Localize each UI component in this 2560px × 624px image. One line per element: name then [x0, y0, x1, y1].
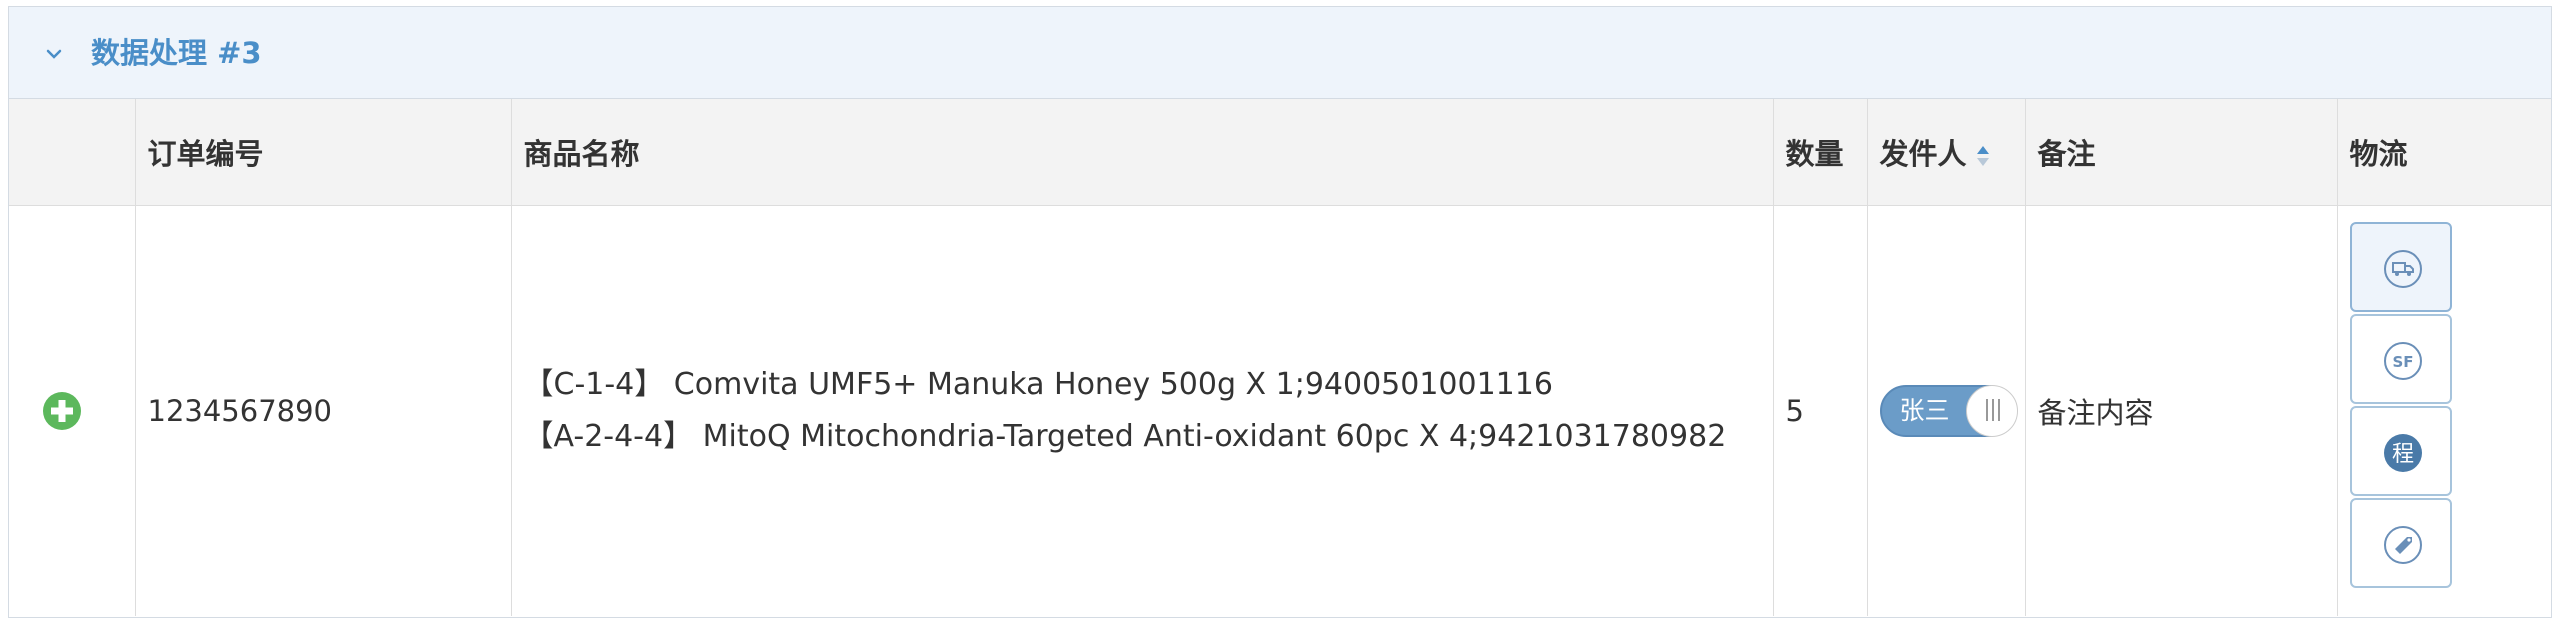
- orders-table: 订单编号 商品名称 数量 发件人 备注 物流 1234567890 【C-1-4…: [9, 99, 2551, 616]
- tag-icon: [2383, 525, 2422, 564]
- expand-plus-icon[interactable]: [42, 391, 82, 431]
- logistics-sf-button[interactable]: SF: [2349, 313, 2452, 404]
- col-sender-header[interactable]: 发件人: [1867, 99, 2026, 206]
- product-line: 【A-2-4-4】 MitoQ Mitochondria-Targeted An…: [523, 418, 1727, 454]
- sf-label: SF: [2392, 353, 2413, 371]
- truck-icon: [2383, 249, 2422, 288]
- sender-name: 张三: [1899, 395, 1950, 425]
- col-remark-header: 备注: [2025, 99, 2338, 206]
- table-header-row: 订单编号 商品名称 数量 发件人 备注 物流: [9, 99, 2551, 206]
- col-order-id-header: 订单编号: [135, 99, 512, 206]
- order-id-cell: 1234567890: [135, 205, 512, 616]
- col-expand-header: [9, 99, 136, 206]
- data-panel: 数据处理 #3 订单编号 商品名称 数量 发件人 备注 物流 123456789…: [8, 6, 2552, 618]
- remark-cell: 备注内容: [2025, 205, 2338, 616]
- panel-header[interactable]: 数据处理 #3: [9, 7, 2551, 99]
- col-logistics-header: 物流: [2337, 99, 2551, 206]
- sort-icon[interactable]: [1975, 144, 1991, 168]
- panel-title: 数据处理 #3: [91, 36, 262, 70]
- logistics-cell: SF 程: [2337, 205, 2551, 616]
- logistics-tag-button[interactable]: [2349, 497, 2452, 588]
- cheng-label: 程: [2391, 442, 2413, 467]
- col-product-header: 商品名称: [511, 99, 1774, 206]
- toggle-knob[interactable]: [1965, 384, 2018, 437]
- product-cell: 【C-1-4】 Comvita UMF5+ Manuka Honey 500g …: [511, 205, 1774, 616]
- sender-toggle[interactable]: 张三: [1879, 384, 2018, 437]
- logistics-truck-button[interactable]: [2349, 221, 2452, 312]
- col-sender-label: 发件人: [1879, 136, 1967, 171]
- cheng-icon: 程: [2383, 433, 2422, 472]
- logistics-cheng-button[interactable]: 程: [2349, 405, 2452, 496]
- quantity-cell: 5: [1773, 205, 1868, 616]
- sf-express-icon: SF: [2383, 341, 2422, 380]
- col-quantity-header: 数量: [1773, 99, 1868, 206]
- sender-cell: 张三: [1867, 205, 2026, 616]
- chevron-down-icon[interactable]: [43, 43, 65, 65]
- expand-cell: [9, 205, 136, 616]
- table-row: 1234567890 【C-1-4】 Comvita UMF5+ Manuka …: [9, 205, 2551, 616]
- product-line: 【C-1-4】 Comvita UMF5+ Manuka Honey 500g …: [523, 366, 1553, 402]
